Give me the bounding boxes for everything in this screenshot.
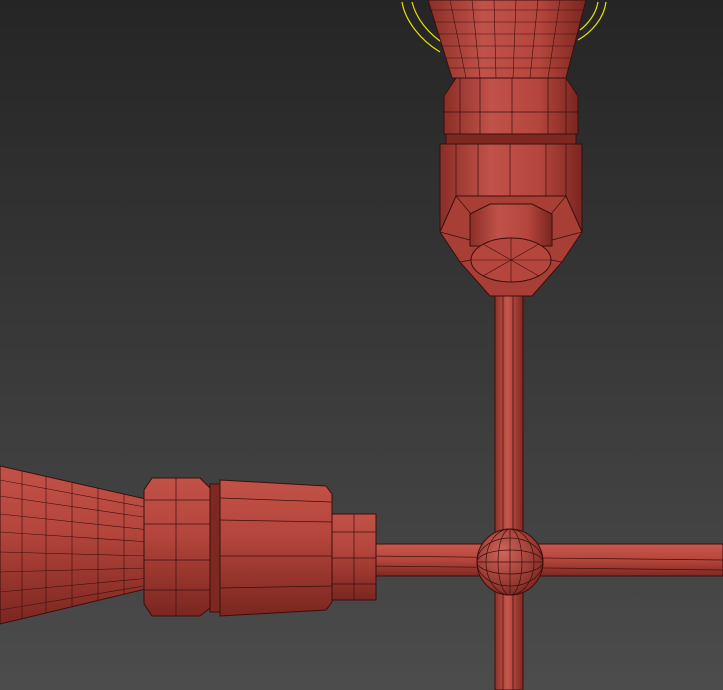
3d-viewport[interactable] xyxy=(0,0,723,690)
ball-joint[interactable] xyxy=(476,528,544,596)
viewport-scene[interactable] xyxy=(0,0,723,690)
horizontal-rod[interactable] xyxy=(369,543,723,577)
vertical-rod[interactable] xyxy=(494,257,524,690)
left-bulb-socket[interactable] xyxy=(0,465,377,625)
